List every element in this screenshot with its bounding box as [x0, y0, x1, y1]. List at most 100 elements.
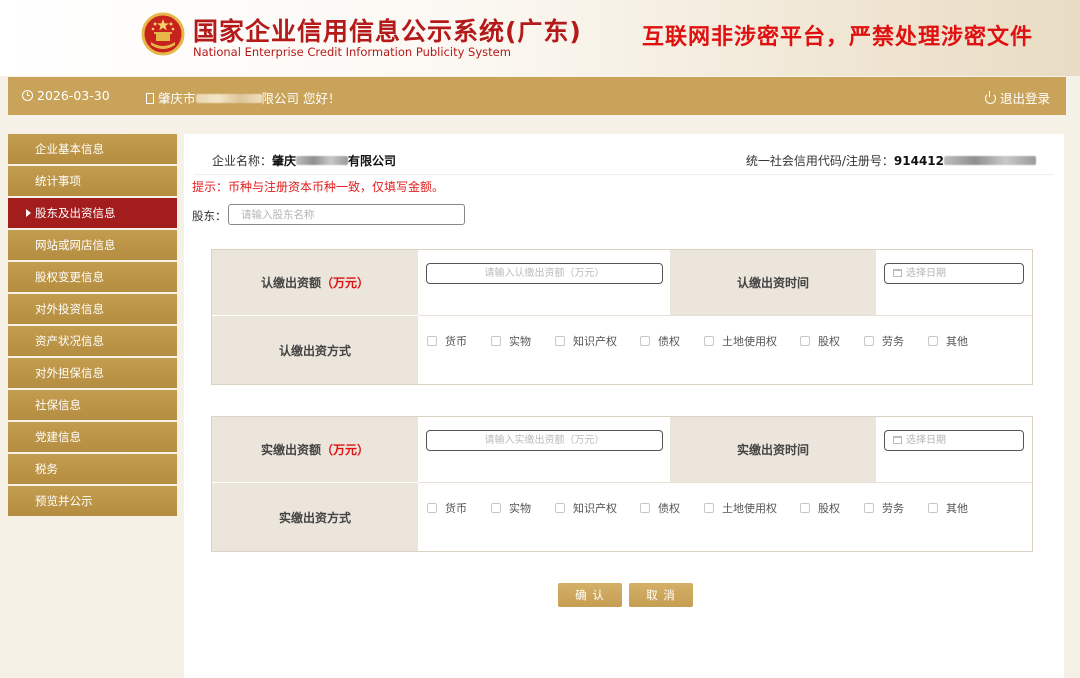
credit-code: 统一社会信用代码/注册号：914412	[746, 152, 1036, 169]
method-checkbox-currency[interactable]: 货币	[427, 500, 467, 516]
subscribed-amount-input[interactable]	[426, 263, 663, 284]
greeting-suffix: 限公司 您好！	[261, 91, 341, 106]
sidebar-item-label: 党建信息	[35, 430, 81, 444]
amount-label-text: 实缴出资额	[260, 443, 321, 457]
paid-date-picker[interactable]: 选择日期	[884, 430, 1024, 451]
checkbox[interactable]	[928, 336, 938, 346]
sidebar-item-party[interactable]: 党建信息	[8, 422, 177, 452]
method-checkbox-labor[interactable]: 劳务	[864, 500, 904, 516]
checkbox-label: 知识产权	[573, 335, 617, 348]
paid-time-label: 实缴出资时间	[670, 417, 876, 482]
method-checkbox-physical[interactable]: 实物	[491, 500, 531, 516]
checkbox[interactable]	[491, 503, 501, 513]
method-checkbox-equity[interactable]: 股权	[800, 333, 840, 349]
checkbox[interactable]	[555, 336, 565, 346]
checkbox-label: 其他	[946, 335, 968, 348]
redacted-company	[296, 156, 349, 165]
credit-code-label: 统一社会信用代码/注册号：	[745, 154, 894, 168]
company-name-prefix: 肇庆	[272, 154, 297, 168]
logout-label: 退出登录	[999, 91, 1050, 106]
method-checkbox-land[interactable]: 土地使用权	[704, 500, 777, 516]
row-divider	[418, 482, 1032, 483]
paid-amount-input[interactable]	[426, 430, 663, 451]
sidebar-item-social-security[interactable]: 社保信息	[8, 390, 177, 420]
checkbox[interactable]	[640, 336, 650, 346]
sidebar-item-website[interactable]: 网站或网店信息	[8, 230, 177, 260]
checkbox[interactable]	[640, 503, 650, 513]
checkbox[interactable]	[427, 336, 437, 346]
shareholder-input[interactable]	[228, 204, 465, 225]
checkbox[interactable]	[491, 336, 501, 346]
sidebar-item-label: 资产状况信息	[35, 334, 104, 348]
sidebar-item-label: 股权变更信息	[35, 270, 104, 284]
checkbox-label: 土地使用权	[722, 502, 777, 515]
sidebar-item-basic-info[interactable]: 企业基本信息	[8, 134, 177, 164]
checkbox[interactable]	[704, 336, 714, 346]
sidebar-item-label: 对外投资信息	[35, 302, 104, 316]
confirm-button[interactable]: 确 认	[558, 583, 622, 607]
checkbox[interactable]	[704, 503, 714, 513]
calendar-icon	[893, 269, 902, 277]
divider	[194, 174, 1054, 175]
credit-code-prefix: 914412	[893, 154, 944, 168]
checkbox[interactable]	[800, 336, 810, 346]
method-checkbox-ip[interactable]: 知识产权	[555, 333, 617, 349]
amount-label-text: 认缴出资额	[260, 276, 321, 290]
sidebar-item-label: 企业基本信息	[35, 142, 104, 156]
method-checkbox-other[interactable]: 其他	[928, 333, 968, 349]
method-checkbox-labor[interactable]: 劳务	[864, 333, 904, 349]
method-checkbox-equity[interactable]: 股权	[800, 500, 840, 516]
system-title: 国家企业信用信息公示系统(广东)	[193, 17, 582, 46]
method-checkbox-other[interactable]: 其他	[928, 500, 968, 516]
subscribed-date-picker[interactable]: 选择日期	[884, 263, 1024, 284]
checkbox-label: 债权	[658, 502, 680, 515]
checkbox[interactable]	[800, 503, 810, 513]
sidebar-item-label: 对外担保信息	[35, 366, 104, 380]
checkbox-label: 股权	[818, 502, 840, 515]
method-checkbox-creditor[interactable]: 债权	[640, 333, 680, 349]
sidebar-item-statistics[interactable]: 统计事项	[8, 166, 177, 196]
power-icon	[984, 91, 996, 104]
user-greeting: 肇庆市 限公司 您好！	[146, 88, 341, 107]
amount-unit: （万元）	[321, 443, 370, 457]
checkbox[interactable]	[555, 503, 565, 513]
sidebar-item-label: 社保信息	[35, 398, 81, 412]
checkbox[interactable]	[864, 503, 874, 513]
checkbox-label: 股权	[818, 335, 840, 348]
sidebar-item-label: 网站或网店信息	[35, 238, 116, 252]
sidebar-item-guarantee[interactable]: 对外担保信息	[8, 358, 177, 388]
subscribed-capital-section: 认缴出资额（万元） 认缴出资时间 选择日期 认缴出资方式 货币 实物 知识产权 …	[211, 249, 1033, 385]
checkbox[interactable]	[864, 336, 874, 346]
company-name-suffix: 有限公司	[348, 154, 397, 168]
system-title-en: National Enterprise Credit Information P…	[193, 45, 511, 59]
subscribed-method-label: 认缴出资方式	[212, 316, 418, 384]
method-checkbox-land[interactable]: 土地使用权	[704, 333, 777, 349]
redacted-name	[195, 94, 262, 103]
method-checkbox-creditor[interactable]: 债权	[640, 500, 680, 516]
security-warning: 互联网非涉密平台，严禁处理涉密文件	[642, 25, 1034, 50]
sidebar-item-tax[interactable]: 税务	[8, 454, 177, 484]
sidebar-item-investment[interactable]: 对外投资信息	[8, 294, 177, 324]
page-header: 国家企业信用信息公示系统(广东) National Enterprise Cre…	[0, 0, 1080, 76]
method-checkbox-currency[interactable]: 货币	[427, 333, 467, 349]
checkbox-label: 货币	[445, 335, 467, 348]
method-checkbox-physical[interactable]: 实物	[491, 333, 531, 349]
checkbox-label: 实物	[509, 502, 531, 515]
paid-amount-label: 实缴出资额 （万元）	[212, 417, 418, 482]
cancel-button[interactable]: 取 消	[629, 583, 693, 607]
national-emblem-icon	[141, 12, 185, 56]
sidebar-item-preview[interactable]: 预览并公示	[8, 486, 177, 516]
sidebar-item-shareholders[interactable]: 股东及出资信息	[8, 198, 177, 228]
sidebar-nav: 企业基本信息 统计事项 股东及出资信息 网站或网店信息 股权变更信息 对外投资信…	[8, 134, 177, 518]
greeting-prefix: 肇庆市	[158, 91, 196, 106]
checkbox-label: 知识产权	[573, 502, 617, 515]
amount-unit: （万元）	[321, 276, 370, 290]
checkbox-label: 货币	[445, 502, 467, 515]
checkbox[interactable]	[928, 503, 938, 513]
sidebar-item-equity-change[interactable]: 股权变更信息	[8, 262, 177, 292]
sidebar-item-assets[interactable]: 资产状况信息	[8, 326, 177, 356]
paid-capital-section: 实缴出资额（万元） 实缴出资时间 选择日期 实缴出资方式 货币 实物 知识产权 …	[211, 416, 1033, 552]
logout-button[interactable]: 退出登录	[984, 88, 1050, 107]
checkbox[interactable]	[427, 503, 437, 513]
method-checkbox-ip[interactable]: 知识产权	[555, 500, 617, 516]
